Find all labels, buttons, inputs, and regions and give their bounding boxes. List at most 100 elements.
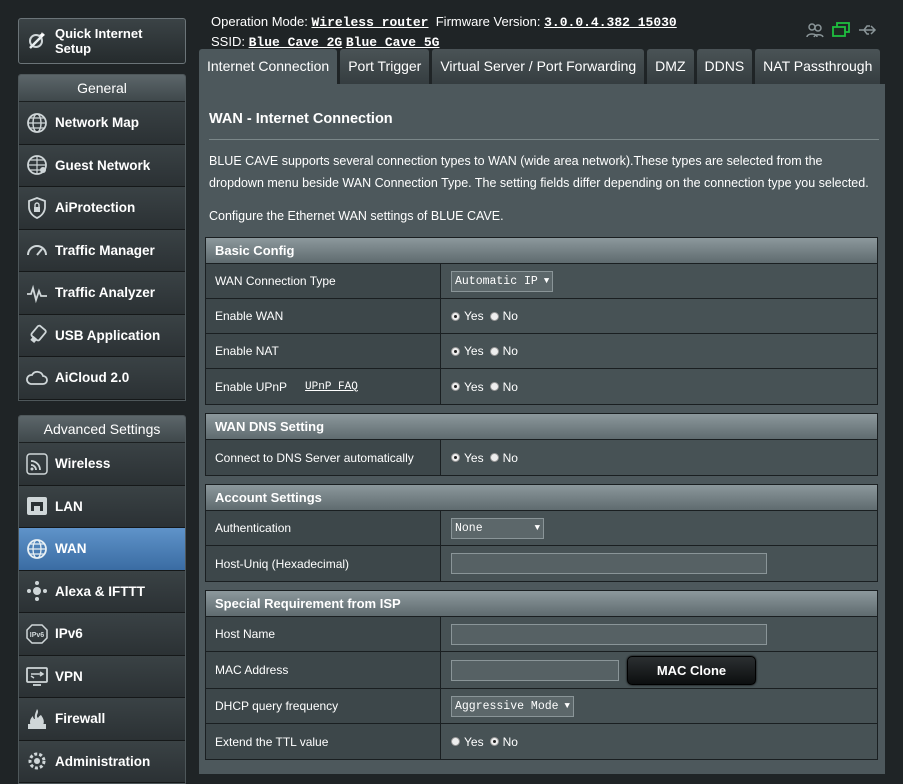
authentication-select[interactable]: None ▼: [451, 517, 544, 539]
enable-wan-yes-radio[interactable]: Yes: [451, 309, 484, 323]
alexa-icon: [19, 579, 55, 603]
sidebar-item-label: Administration: [55, 753, 151, 769]
tab-internet-connection[interactable]: Internet Connection: [199, 49, 338, 84]
enable-wan-no-radio[interactable]: No: [489, 309, 518, 323]
radio-label: Yes: [464, 450, 484, 465]
sidebar-item-network-map[interactable]: Network Map: [19, 102, 185, 145]
firewall-icon: [19, 707, 55, 731]
sidebar-item-label: USB Application: [55, 327, 161, 343]
ssid-2g-link[interactable]: Blue_Cave_2G: [249, 35, 343, 50]
title-divider: [209, 139, 879, 140]
wan-type-select[interactable]: Automatic IP ▼: [451, 270, 554, 292]
sidebar-item-label: Wireless: [55, 456, 111, 472]
operation-mode-link[interactable]: Wireless router: [311, 15, 428, 30]
sidebar-item-traffic-analyzer[interactable]: Traffic Analyzer: [19, 272, 185, 315]
extend-ttl-yes-radio[interactable]: Yes: [451, 735, 484, 749]
tab-port-trigger[interactable]: Port Trigger: [340, 49, 430, 84]
extend-ttl-no-radio[interactable]: No: [489, 735, 518, 749]
section-header: Account Settings: [206, 485, 877, 511]
enable-upnp-no-radio[interactable]: No: [489, 379, 518, 394]
radio-label: No: [502, 379, 518, 394]
quick-internet-setup-button[interactable]: Quick Internet Setup: [18, 18, 186, 64]
authentication-row: Authentication None ▼: [206, 511, 877, 546]
sidebar-item-firewall[interactable]: Firewall: [19, 698, 185, 741]
field-label: Authentication: [206, 511, 441, 545]
radio-label: Yes: [464, 379, 484, 394]
field-label: WAN Connection Type: [206, 264, 441, 298]
sidebar-item-usb-application[interactable]: USB Application: [19, 314, 185, 357]
radio-label: Yes: [464, 309, 484, 323]
radio-checked-icon: [451, 382, 460, 391]
sidebar-item-administration[interactable]: Administration: [19, 740, 185, 783]
tab-virtual-server[interactable]: Virtual Server / Port Forwarding: [432, 49, 645, 84]
sidebar-item-alexa-ifttt[interactable]: Alexa & IFTTT: [19, 570, 185, 613]
pulse-icon: [19, 281, 55, 305]
status-icons: [806, 22, 878, 38]
mac-address-input[interactable]: [451, 659, 619, 681]
wan-type-row: WAN Connection Type Automatic IP ▼: [206, 264, 877, 299]
account-settings-section: Account Settings Authentication None ▼ Ho…: [205, 484, 878, 582]
mac-clone-button[interactable]: MAC Clone: [627, 655, 756, 685]
sidebar-item-label: IPv6: [55, 626, 83, 642]
tab-bar: Internet Connection Port Trigger Virtual…: [199, 49, 881, 84]
globe-icon: [19, 153, 55, 177]
mac-address-row: MAC Address MAC Clone: [206, 652, 877, 689]
tab-dmz[interactable]: DMZ: [647, 49, 694, 84]
sidebar-item-aicloud[interactable]: AiCloud 2.0: [19, 357, 185, 400]
section-header: Basic Config: [206, 238, 877, 264]
radio-unchecked-icon: [489, 453, 499, 462]
main-panel: WAN - Internet Connection BLUE CAVE supp…: [199, 84, 885, 774]
sidebar-item-aiprotection[interactable]: AiProtection: [19, 187, 185, 230]
radio-checked-icon: [451, 453, 460, 462]
cloud-icon: [19, 366, 55, 390]
usb-icon: [19, 323, 55, 347]
field-label: Enable UPnP: [215, 379, 288, 394]
sidebar-item-traffic-manager[interactable]: Traffic Manager: [19, 229, 185, 272]
radio-unchecked-icon: [451, 737, 460, 746]
sidebar-item-vpn[interactable]: VPN: [19, 655, 185, 698]
enable-nat-row: Enable NAT Yes No: [206, 334, 877, 369]
sidebar-item-label: WAN: [55, 541, 87, 557]
radio-unchecked-icon: [489, 346, 499, 356]
clients-icon[interactable]: [806, 22, 824, 38]
usb-status-icon[interactable]: [858, 22, 878, 38]
dns-auto-no-radio[interactable]: No: [489, 450, 518, 465]
field-label: Connect to DNS Server automatically: [206, 440, 441, 475]
basic-config-section: Basic Config WAN Connection Type Automat…: [205, 237, 878, 405]
chevron-down-icon: ▼: [564, 701, 570, 711]
host-uniq-input[interactable]: [451, 553, 767, 574]
tab-nat-passthrough[interactable]: NAT Passthrough: [755, 49, 881, 84]
vpn-icon: [19, 664, 55, 688]
lan-icon: [19, 494, 55, 518]
isp-requirement-section: Special Requirement from ISP Host Name M…: [205, 590, 878, 760]
sidebar-item-ipv6[interactable]: IPv6 IPv6: [19, 613, 185, 656]
upnp-faq-link[interactable]: UPnP FAQ: [305, 381, 358, 393]
enable-nat-no-radio[interactable]: No: [489, 344, 518, 358]
sidebar-item-label: AiCloud 2.0: [55, 370, 130, 386]
enable-upnp-yes-radio[interactable]: Yes: [451, 380, 484, 394]
lock-shield-icon: [19, 196, 55, 220]
host-name-input[interactable]: [451, 623, 767, 645]
sidebar-item-wireless[interactable]: Wireless: [19, 443, 185, 486]
dhcp-frequency-select[interactable]: Aggressive Mode ▼: [451, 695, 574, 717]
dns-auto-yes-radio[interactable]: Yes: [451, 451, 484, 465]
advanced-menu: Advanced Settings Wireless LAN WAN Alexa…: [18, 415, 186, 784]
page-description: BLUE CAVE supports several connection ty…: [209, 154, 869, 190]
sidebar-item-lan[interactable]: LAN: [19, 485, 185, 528]
section-header: WAN DNS Setting: [206, 414, 877, 440]
ssid-5g-link[interactable]: Blue_Cave_5G: [346, 35, 440, 50]
tab-ddns[interactable]: DDNS: [696, 49, 753, 84]
firmware-link[interactable]: 3.0.0.4.382_15030: [544, 15, 677, 30]
page-description-secondary: Configure the Ethernet WAN settings of B…: [209, 209, 504, 223]
sidebar-item-guest-network[interactable]: Guest Network: [19, 144, 185, 187]
network-map-icon: [19, 111, 55, 135]
host-uniq-row: Host-Uniq (Hexadecimal): [206, 546, 877, 581]
section-header: Special Requirement from ISP: [206, 591, 877, 617]
selected-value: None: [455, 521, 483, 535]
selected-value: Automatic IP: [455, 274, 538, 288]
internet-status-icon[interactable]: [832, 22, 850, 38]
radio-label: No: [502, 450, 518, 465]
sidebar-item-wan[interactable]: WAN: [19, 528, 185, 571]
radio-checked-icon: [451, 311, 460, 321]
enable-nat-yes-radio[interactable]: Yes: [451, 344, 484, 358]
